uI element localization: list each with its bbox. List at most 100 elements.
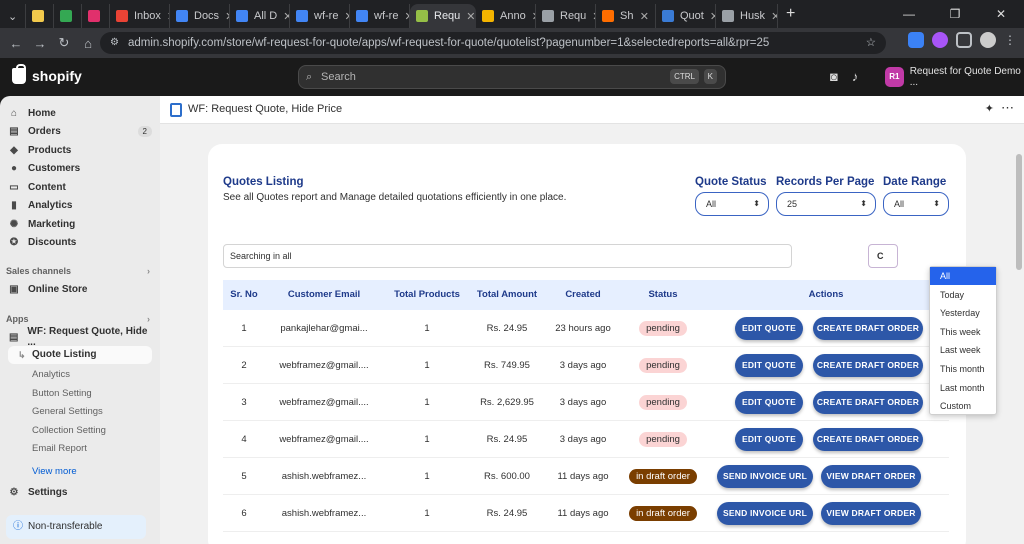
browser-tab[interactable]: Quot✕ [656,4,716,28]
col-status: Status [648,289,678,300]
send-invoice-url-button[interactable]: SEND INVOICE URL [717,465,813,488]
create-draft-order-button[interactable]: CREATE DRAFT ORDER [813,317,923,340]
restore-icon[interactable]: ❐ [932,7,978,21]
reload-icon[interactable]: ↻ [52,35,76,51]
sidebar-item-settings[interactable]: ⚙ Settings [8,483,152,501]
pin-icon[interactable]: ✦ [985,102,994,115]
sidebar-item-online-store[interactable]: ▣ Online Store [8,280,152,298]
create-draft-order-button[interactable]: CREATE DRAFT ORDER [813,391,923,414]
tab-close-icon[interactable]: ✕ [704,10,715,23]
tab-close-icon[interactable]: ✕ [586,10,595,23]
date-range-select[interactable]: All ⬍ [883,192,949,216]
date-range-option[interactable]: This week [930,323,996,341]
create-draft-order-button[interactable]: CREATE DRAFT ORDER [813,428,923,451]
apps-heading[interactable]: Apps › [6,314,154,324]
tab-close-icon[interactable]: ✕ [161,10,169,23]
edit-quote-button[interactable]: EDIT QUOTE [735,428,803,451]
date-range-option[interactable]: All [930,267,996,285]
sidebar-item-analytics[interactable]: ▮ Analytics [8,196,152,214]
quote-status-select[interactable]: All ⬍ [695,192,769,216]
home-icon[interactable]: ⌂ [76,36,100,51]
shopify-logo[interactable]: shopify [12,64,82,84]
sidebar-item-marketing[interactable]: ✺ Marketing [8,215,152,233]
date-range-option[interactable]: This month [930,360,996,378]
edit-quote-button[interactable]: EDIT QUOTE [735,317,803,340]
site-info-icon[interactable]: ⚙ [110,32,119,54]
profile-avatar[interactable] [980,32,996,48]
scrollbar-thumb[interactable] [1016,154,1022,270]
send-invoice-url-button[interactable]: SEND INVOICE URL [717,502,813,525]
date-range-option[interactable]: Last month [930,379,996,397]
browser-tab[interactable]: Sh ✕ [596,4,656,28]
records-per-page-select[interactable]: 25 ⬍ [776,192,876,216]
non-transferable-banner[interactable]: ⓘ Non-transferable [6,515,146,539]
admin-search-bar[interactable]: ⌕ Search CTRL K [298,65,726,89]
browser-tab[interactable]: wf-re✕ [350,4,410,28]
sidebar-item-general-settings[interactable]: General Settings [32,406,103,417]
sidebar-item-analytics-sub[interactable]: Analytics [32,369,70,380]
browser-tab[interactable]: Docs✕ [170,4,230,28]
sidebar-item-content[interactable]: ▭ Content [8,178,152,196]
cell-customer-email: webframez@gmail.... [279,397,369,408]
forward-icon[interactable]: → [28,36,52,51]
date-range-option[interactable]: Last week [930,341,996,359]
tab-close-icon[interactable]: ✕ [398,10,409,23]
sidebar-item-collection-setting[interactable]: Collection Setting [32,425,106,436]
quotes-search-input[interactable]: Searching in all [223,244,792,268]
back-icon[interactable]: ← [4,36,28,51]
tab-close-icon[interactable]: ✕ [338,10,349,23]
translate-extension-icon[interactable] [908,32,924,48]
tab-close-icon[interactable]: ✕ [634,10,649,23]
browser-tab[interactable]: All D✕ [230,4,290,28]
notifications-bell-icon[interactable]: ♪ [852,69,859,84]
edit-quote-button[interactable]: EDIT QUOTE [735,354,803,377]
sidebar-item-app[interactable]: ▤ WF: Request Quote, Hide ... [8,326,152,348]
clear-button[interactable]: C [868,244,898,268]
new-tab-button[interactable]: + [778,5,803,23]
sidebar-item-email-report[interactable]: Email Report [32,443,87,454]
browser-tab[interactable]: Inbox✕ [110,4,170,28]
sidebar-item-products[interactable]: ◆ Products [8,141,152,159]
sidebar-item-customers[interactable]: ● Customers [8,159,152,177]
sidebar-item-orders[interactable]: ▤ Orders 2 [8,122,152,140]
date-range-option[interactable]: Custom [930,397,996,415]
tab-favicon-icon [32,10,44,22]
more-actions-icon[interactable]: ⋯ [1001,100,1014,116]
sidebar-item-discounts[interactable]: ✪ Discounts [8,233,152,251]
browser-tab[interactable]: Anno✕ [476,4,536,28]
browser-tab[interactable]: Requ✕ [536,4,596,28]
tab-close-icon[interactable]: ✕ [460,10,475,23]
url-field[interactable]: ⚙ admin.shopify.com/store/wf-request-for… [100,32,886,54]
tab-close-icon[interactable]: ✕ [219,10,229,23]
sidebar-item-home[interactable]: ⌂ Home [8,104,152,122]
sidekick-icon[interactable]: ◙ [830,69,838,84]
view-draft-order-button[interactable]: VIEW DRAFT ORDER [821,502,921,525]
browser-tab[interactable]: Husk✕ [716,4,778,28]
browser-tab[interactable]: wf-re✕ [290,4,350,28]
tab-close-icon[interactable]: ✕ [526,10,535,23]
tab-search-button[interactable]: ⌄ [0,4,26,28]
colorful-extension-icon[interactable] [932,32,948,48]
browser-tab[interactable]: Requ✕ [410,4,476,28]
close-window-icon[interactable]: ✕ [978,7,1024,21]
bookmark-star-icon[interactable]: ☆ [866,32,876,54]
edit-quote-button[interactable]: EDIT QUOTE [735,391,803,414]
sales-channels-heading[interactable]: Sales channels › [6,266,154,276]
create-draft-order-button[interactable]: CREATE DRAFT ORDER [813,354,923,377]
tab-close-icon[interactable]: ✕ [277,10,289,23]
view-more-link[interactable]: View more [32,466,77,477]
view-draft-order-button[interactable]: VIEW DRAFT ORDER [821,465,921,488]
tab-close-icon[interactable]: ✕ [765,10,777,23]
date-range-option[interactable]: Today [930,286,996,304]
date-range-option[interactable]: Yesterday [930,304,996,322]
browser-tab[interactable] [54,4,82,28]
sidebar-item-button-setting[interactable]: Button Setting [32,388,92,399]
store-switcher[interactable]: R1 Request for Quote Demo ... [885,66,1024,88]
minimize-icon[interactable]: — [886,7,932,21]
sidebar-item-quote-listing[interactable]: ↳ Quote Listing [8,346,152,364]
browser-tab[interactable] [82,4,110,28]
sidebar-item-label: WF: Request Quote, Hide ... [27,326,148,348]
browser-tab[interactable] [26,4,54,28]
puzzle-extensions-icon[interactable] [956,32,972,48]
browser-menu-icon[interactable]: ⋮ [1004,33,1016,47]
